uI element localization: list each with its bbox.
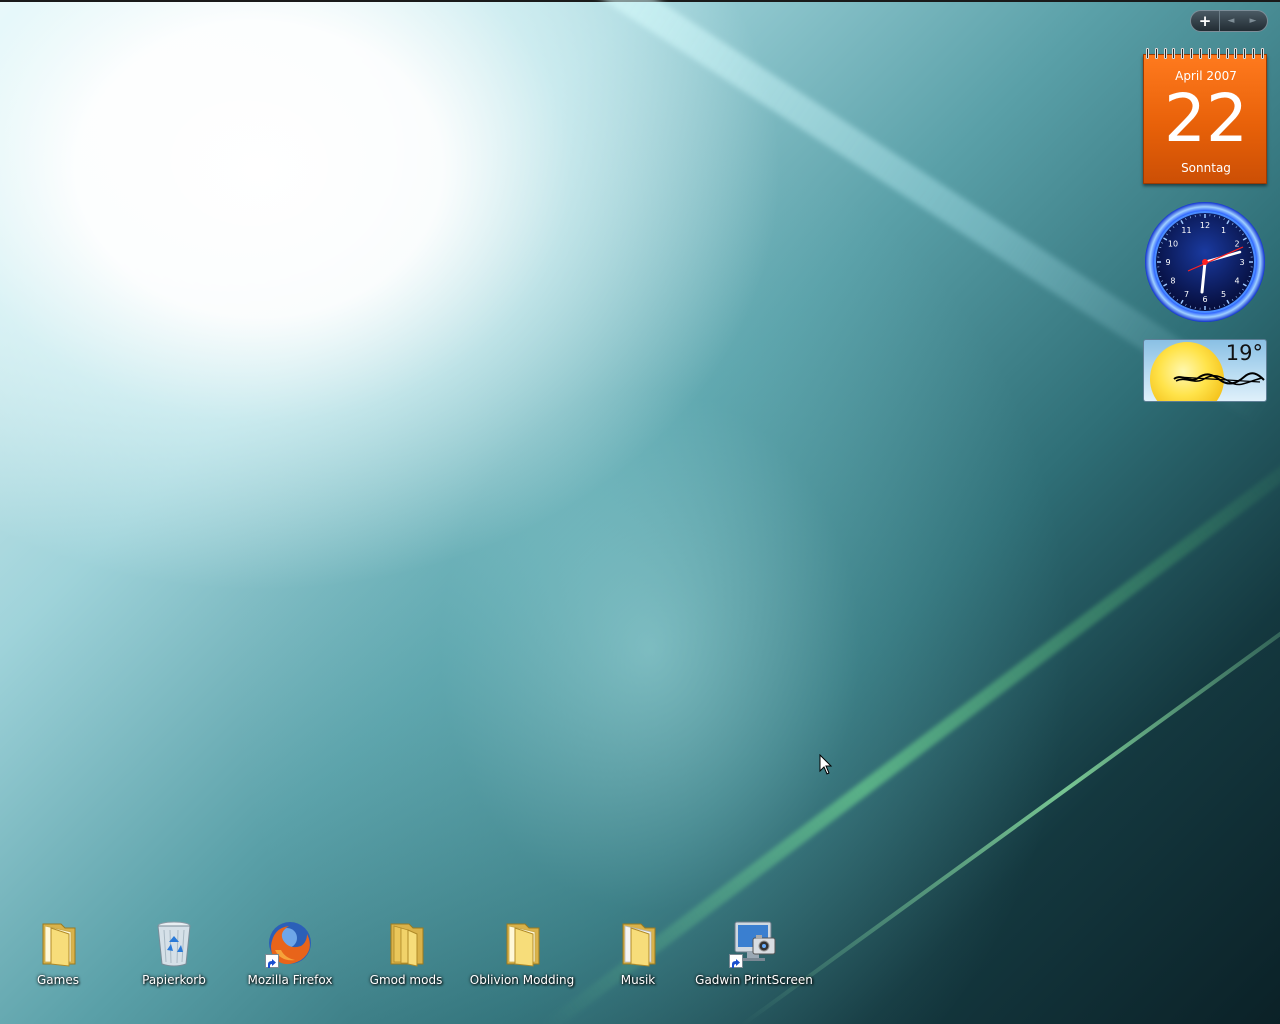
desktop-icon-label: Papierkorb <box>142 973 206 987</box>
calendar-ring <box>1243 48 1247 59</box>
recycle-bin-icon <box>147 916 201 970</box>
green-light-streak <box>740 553 1280 1024</box>
desktop-icon-gmod-mods[interactable]: Gmod mods <box>348 916 464 992</box>
light-beam <box>333 0 1273 425</box>
desktop[interactable]: + ◄ ► April 2007 22 Sonntag 12 1 2 3 4 5… <box>0 0 1280 1024</box>
weather-gadget[interactable]: 19° <box>1143 339 1267 402</box>
prev-gadget-page-icon[interactable]: ◄ <box>1220 11 1242 31</box>
top-border <box>0 0 1280 2</box>
desktop-icon-label: Gadwin PrintScreen <box>695 973 813 987</box>
calendar-ring <box>1234 48 1238 59</box>
clock-number: 1 <box>1221 226 1226 235</box>
clock-number: 5 <box>1221 290 1226 299</box>
folder-icon <box>495 916 549 970</box>
shortcut-arrow-icon <box>265 954 279 968</box>
firefox-icon <box>263 916 317 970</box>
calendar-ring <box>1260 48 1264 59</box>
calendar-rings <box>1143 48 1267 60</box>
next-gadget-page-icon[interactable]: ► <box>1242 11 1264 31</box>
calendar-page: April 2007 22 Sonntag <box>1143 54 1267 184</box>
calendar-ring <box>1190 48 1194 59</box>
desktop-icon-label: Gmod mods <box>369 973 443 987</box>
redaction-scribble <box>1173 372 1265 386</box>
desktop-icon-label: Oblivion Modding <box>469 973 575 987</box>
calendar-ring <box>1216 48 1220 59</box>
folder-icon <box>379 916 433 970</box>
desktop-icon-firefox[interactable]: Mozilla Firefox <box>232 916 348 992</box>
calendar-day: 22 <box>1164 80 1248 157</box>
clock-center-pin <box>1202 259 1208 265</box>
clock-gadget[interactable]: 12 1 2 3 4 5 6 7 8 9 10 11 <box>1144 201 1266 323</box>
calendar-ring <box>1181 48 1185 59</box>
desktop-icon-label: Mozilla Firefox <box>247 973 333 987</box>
calendar-gadget[interactable]: April 2007 22 Sonntag <box>1143 48 1267 184</box>
sidebar-controls: + ◄ ► <box>1190 10 1268 32</box>
clock-number: 12 <box>1200 221 1210 230</box>
desktop-icon-label: Games <box>37 973 79 987</box>
clock-number: 9 <box>1165 258 1170 267</box>
weather-temperature: 19° <box>1225 341 1263 365</box>
desktop-icon-oblivion-modding[interactable]: Oblivion Modding <box>464 916 580 992</box>
calendar-ring <box>1198 48 1202 59</box>
clock-number: 3 <box>1239 258 1244 267</box>
folder-icon <box>31 916 85 970</box>
desktop-icon-gadwin-printscreen[interactable]: Gadwin PrintScreen <box>695 916 813 992</box>
clock-number: 10 <box>1168 240 1178 249</box>
calendar-ring <box>1207 48 1211 59</box>
clock-number: 11 <box>1181 226 1191 235</box>
desktop-icon-games[interactable]: Games <box>0 916 116 992</box>
desktop-icon-musik[interactable]: Musik <box>580 916 696 992</box>
printscreen-icon <box>727 916 781 970</box>
clock-number: 7 <box>1184 290 1189 299</box>
clock-number: 8 <box>1170 277 1175 286</box>
desktop-icon-recycle-bin[interactable]: Papierkorb <box>116 916 232 992</box>
calendar-ring <box>1163 48 1167 59</box>
calendar-ring <box>1225 48 1229 59</box>
clock-number: 4 <box>1234 277 1239 286</box>
desktop-icon-label: Musik <box>620 973 656 987</box>
shortcut-arrow-icon <box>729 954 743 968</box>
calendar-ring <box>1145 48 1149 59</box>
calendar-ring <box>1172 48 1176 59</box>
mouse-cursor-icon <box>819 754 833 775</box>
clock-face: 121234567891011 <box>1145 202 1265 322</box>
folder-icon <box>611 916 665 970</box>
add-gadget-button[interactable]: + <box>1191 11 1220 31</box>
clock-number: 2 <box>1234 240 1239 249</box>
calendar-ring <box>1154 48 1158 59</box>
clock-number: 6 <box>1202 295 1207 304</box>
calendar-weekday: Sonntag <box>1181 161 1231 175</box>
calendar-ring <box>1252 48 1256 59</box>
